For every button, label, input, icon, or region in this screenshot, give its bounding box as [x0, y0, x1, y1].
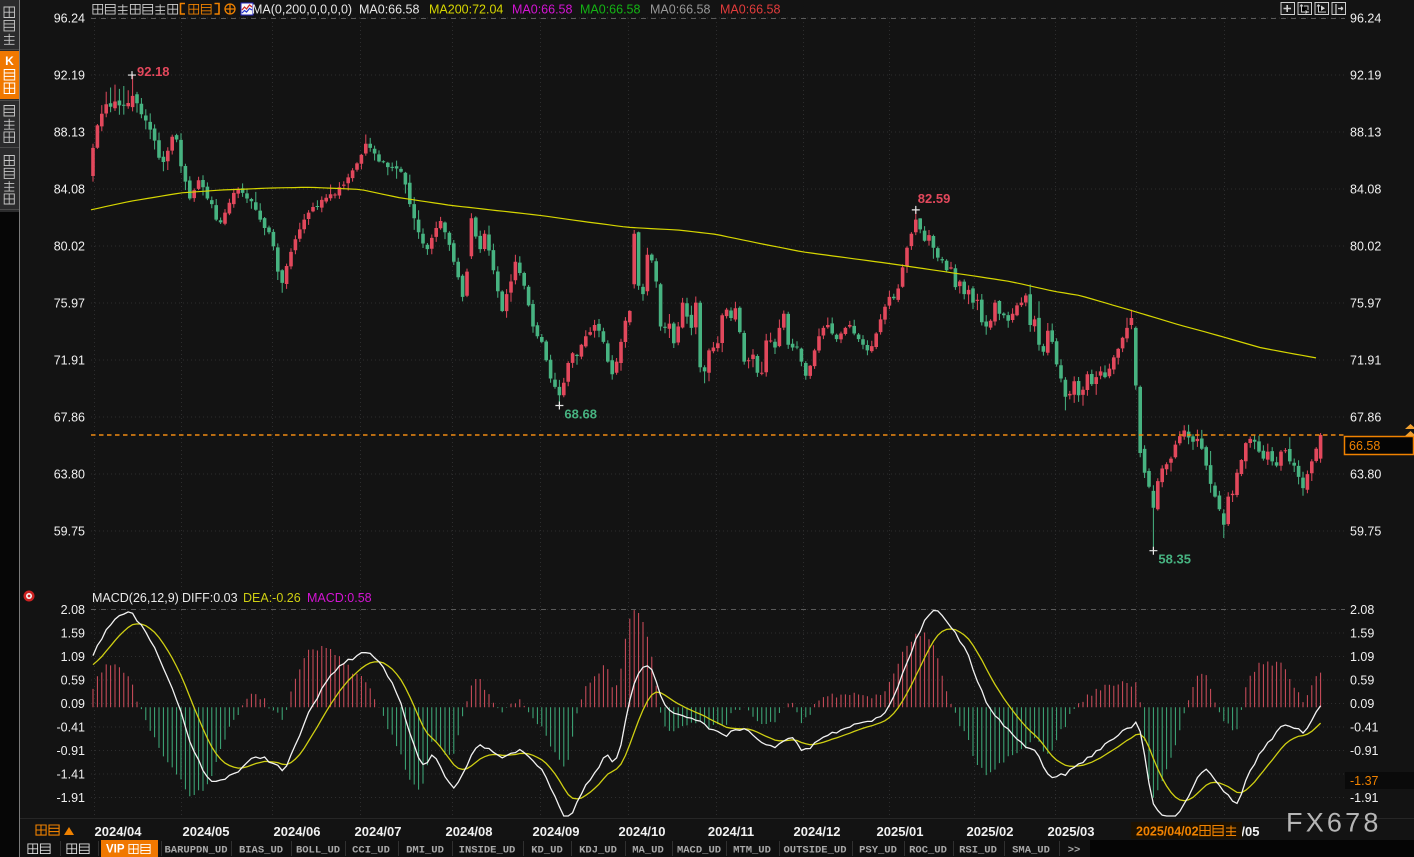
svg-text:59.75: 59.75 — [1350, 525, 1381, 539]
svg-text:2.08: 2.08 — [1350, 603, 1374, 617]
svg-text:92.19: 92.19 — [54, 69, 85, 83]
svg-text:2025/01: 2025/01 — [877, 824, 924, 839]
svg-text:2025/03: 2025/03 — [1048, 824, 1095, 839]
svg-text:2024/12: 2024/12 — [794, 824, 841, 839]
svg-text:58.35: 58.35 — [1158, 552, 1191, 567]
svg-text:ROC_UD: ROC_UD — [909, 845, 947, 857]
svg-text:0.09: 0.09 — [1350, 697, 1374, 711]
svg-text:-0.41: -0.41 — [1350, 721, 1379, 735]
svg-text:-1.91: -1.91 — [1350, 791, 1379, 805]
svg-text:-1.37: -1.37 — [1350, 774, 1379, 788]
svg-text:RSI_UD: RSI_UD — [959, 845, 997, 857]
svg-text:MA0:66.58: MA0:66.58 — [720, 3, 781, 17]
svg-text:67.86: 67.86 — [54, 411, 85, 425]
svg-text:2024/08: 2024/08 — [446, 824, 493, 839]
svg-text:88.13: 88.13 — [54, 126, 85, 140]
svg-text:KDJ_UD: KDJ_UD — [579, 845, 617, 857]
svg-text:66.58: 66.58 — [1349, 439, 1380, 453]
svg-text:MA200:72.04: MA200:72.04 — [429, 3, 503, 17]
svg-text:71.91: 71.91 — [1350, 354, 1381, 368]
svg-text:2024/07: 2024/07 — [355, 824, 402, 839]
svg-text:82.59: 82.59 — [918, 191, 951, 206]
svg-text:92.19: 92.19 — [1350, 69, 1381, 83]
svg-text:INSIDE_UD: INSIDE_UD — [459, 845, 516, 857]
svg-text:DEA:-0.26: DEA:-0.26 — [243, 591, 301, 605]
svg-text:MTM_UD: MTM_UD — [733, 845, 771, 857]
svg-text:DMI_UD: DMI_UD — [406, 845, 444, 857]
svg-text:75.97: 75.97 — [54, 297, 85, 311]
svg-text:>>: >> — [1068, 845, 1081, 857]
svg-text:OUTSIDE_UD: OUTSIDE_UD — [783, 845, 846, 857]
svg-text:59.75: 59.75 — [54, 525, 85, 539]
svg-text:MA0:66.58: MA0:66.58 — [359, 3, 420, 17]
svg-text:MACD(26,12,9): MACD(26,12,9) — [92, 591, 179, 605]
svg-text:2.08: 2.08 — [61, 603, 85, 617]
svg-text:1.09: 1.09 — [61, 650, 85, 664]
svg-text:-0.91: -0.91 — [57, 744, 86, 758]
svg-text:-1.91: -1.91 — [57, 791, 86, 805]
svg-text:2024/05: 2024/05 — [183, 824, 230, 839]
svg-text:2024/09: 2024/09 — [533, 824, 580, 839]
svg-text:MA0:66.58: MA0:66.58 — [580, 3, 641, 17]
svg-text:71.91: 71.91 — [54, 354, 85, 368]
svg-text:-1.41: -1.41 — [57, 768, 86, 782]
svg-text:BIAS_UD: BIAS_UD — [239, 845, 283, 857]
svg-text:1.59: 1.59 — [61, 627, 85, 641]
svg-text:67.86: 67.86 — [1350, 411, 1381, 425]
svg-text:KD_UD: KD_UD — [531, 845, 563, 857]
svg-text:PSY_UD: PSY_UD — [859, 845, 897, 857]
svg-text:VIP: VIP — [106, 844, 125, 856]
svg-text:2024/10: 2024/10 — [619, 824, 666, 839]
svg-text:92.18: 92.18 — [137, 64, 170, 79]
svg-text:63.80: 63.80 — [54, 468, 85, 482]
svg-text:80.02: 80.02 — [54, 240, 85, 254]
svg-text:2025/02: 2025/02 — [967, 824, 1014, 839]
svg-text:2024/06: 2024/06 — [274, 824, 321, 839]
svg-text:BARUPDN_UD: BARUPDN_UD — [164, 845, 227, 857]
svg-text:K: K — [5, 54, 14, 68]
svg-text:68.68: 68.68 — [564, 406, 597, 421]
svg-text:75.97: 75.97 — [1350, 297, 1381, 311]
svg-text:96.24: 96.24 — [54, 12, 85, 26]
svg-text:MA_UD: MA_UD — [632, 845, 664, 857]
svg-text:CCI_UD: CCI_UD — [352, 845, 390, 857]
svg-text:0.59: 0.59 — [61, 674, 85, 688]
svg-text:FX678: FX678 — [1286, 808, 1382, 838]
svg-text:84.08: 84.08 — [1350, 183, 1381, 197]
svg-text:MA0:66.58: MA0:66.58 — [650, 3, 711, 17]
svg-text:MACD_UD: MACD_UD — [677, 845, 721, 857]
svg-text:88.13: 88.13 — [1350, 126, 1381, 140]
svg-text:MACD:0.58: MACD:0.58 — [307, 591, 372, 605]
svg-text:2024/04: 2024/04 — [95, 824, 143, 839]
svg-text:BOLL_UD: BOLL_UD — [296, 845, 340, 857]
svg-text:80.02: 80.02 — [1350, 240, 1381, 254]
svg-text:2024/11: 2024/11 — [708, 824, 754, 839]
svg-text:-0.41: -0.41 — [57, 721, 86, 735]
svg-text:0.59: 0.59 — [1350, 674, 1374, 688]
svg-text:SMA_UD: SMA_UD — [1012, 845, 1050, 857]
svg-text:MA(0,200,0,0,0,0): MA(0,200,0,0,0,0) — [252, 3, 352, 17]
svg-text:DIFF:0.03: DIFF:0.03 — [182, 591, 238, 605]
svg-text:84.08: 84.08 — [54, 183, 85, 197]
svg-text:96.24: 96.24 — [1350, 12, 1381, 26]
svg-text:63.80: 63.80 — [1350, 468, 1381, 482]
svg-text:-0.91: -0.91 — [1350, 744, 1379, 758]
svg-text:1.59: 1.59 — [1350, 627, 1374, 641]
svg-text:0.09: 0.09 — [61, 697, 85, 711]
svg-text:MA0:66.58: MA0:66.58 — [512, 3, 573, 17]
svg-text:1.09: 1.09 — [1350, 650, 1374, 664]
svg-text:2025/04/02: 2025/04/02 — [1136, 825, 1199, 839]
